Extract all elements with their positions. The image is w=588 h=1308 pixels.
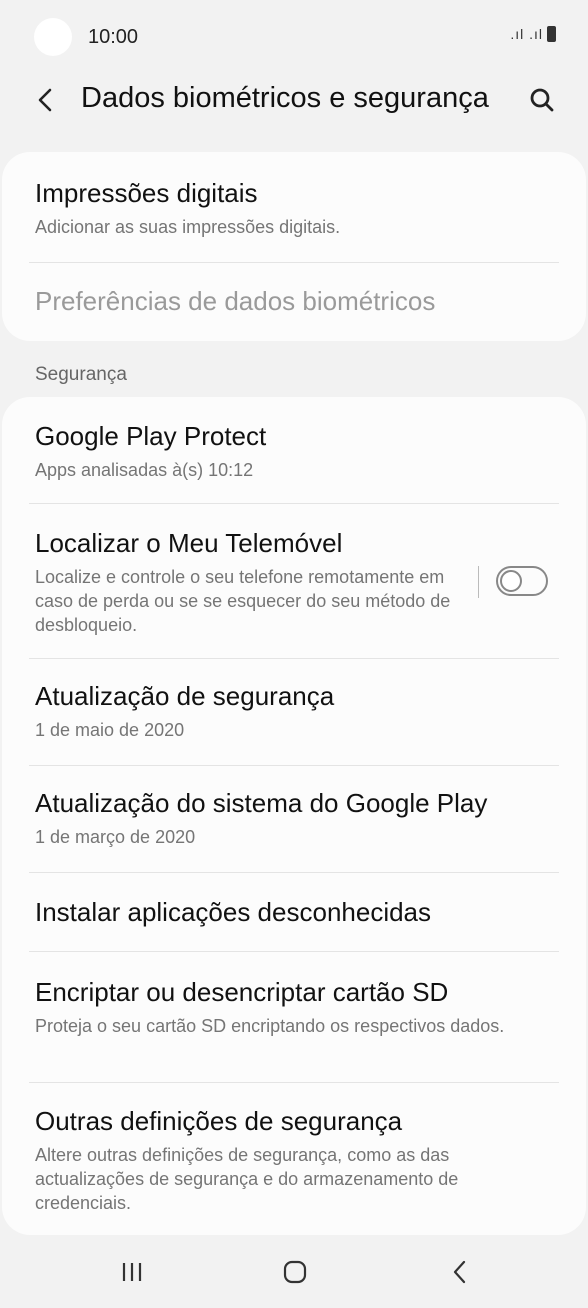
other-security-settings-item[interactable]: Outras definições de segurança Altere ou… — [35, 1106, 553, 1215]
biometric-preferences-item: Preferências de dados biométricos — [35, 286, 553, 317]
search-icon — [530, 88, 554, 112]
divider — [29, 765, 559, 766]
page-title: Dados biométricos e segurança — [81, 82, 489, 114]
nav-back-button[interactable] — [430, 1250, 490, 1294]
google-play-protect-item[interactable]: Google Play Protect Apps analisadas à(s)… — [35, 421, 553, 482]
item-subtitle: Localize e controle o seu telefone remot… — [35, 567, 451, 635]
divider — [29, 658, 559, 659]
divider — [29, 872, 559, 873]
find-my-mobile-item[interactable]: Localizar o Meu Telemóvel Localize e con… — [35, 528, 458, 637]
biometric-preferences-title: Preferências de dados biométricos — [35, 286, 436, 316]
divider — [29, 503, 559, 504]
toggle-separator — [478, 566, 479, 598]
navigation-bar — [0, 1236, 588, 1308]
install-unknown-apps-item[interactable]: Instalar aplicações desconhecidas — [35, 897, 553, 928]
fingerprints-subtitle: Adicionar as suas impressões digitais. — [35, 217, 341, 237]
back-button[interactable] — [28, 78, 64, 122]
item-subtitle: Proteja o seu cartão SD encriptando os r… — [35, 1016, 505, 1036]
item-subtitle: 1 de março de 2020 — [35, 827, 196, 847]
fingerprints-title: Impressões digitais — [35, 178, 258, 208]
section-header-security: Segurança — [35, 364, 127, 385]
home-icon — [283, 1260, 307, 1284]
google-play-system-update-item[interactable]: Atualização do sistema do Google Play 1 … — [35, 788, 553, 849]
divider — [29, 1082, 559, 1083]
biometrics-card: Impressões digitais Adicionar as suas im… — [2, 152, 586, 341]
item-title: Atualização de segurança — [35, 681, 335, 711]
item-title: Instalar aplicações desconhecidas — [35, 897, 432, 927]
search-button[interactable] — [522, 78, 562, 122]
find-my-mobile-toggle[interactable] — [496, 566, 548, 596]
item-title: Encriptar ou desencriptar cartão SD — [35, 977, 449, 1007]
item-subtitle: Apps analisadas à(s) 10:12 — [35, 460, 254, 480]
status-bar: 10:00 .ıl .ıl — [0, 0, 588, 72]
status-icons: .ıl .ıl — [510, 26, 556, 42]
signal-icon: .ıl .ıl — [510, 26, 543, 42]
item-title: Localizar o Meu Telemóvel — [35, 528, 343, 558]
front-camera-cutout — [34, 18, 72, 56]
back-icon — [453, 1260, 466, 1284]
recents-button[interactable] — [102, 1250, 162, 1294]
item-title: Atualização do sistema do Google Play — [35, 788, 488, 818]
security-update-item[interactable]: Atualização de segurança 1 de maio de 20… — [35, 681, 553, 742]
item-subtitle: 1 de maio de 2020 — [35, 720, 185, 740]
security-card: Google Play Protect Apps analisadas à(s)… — [2, 397, 586, 1235]
item-title: Google Play Protect — [35, 421, 267, 451]
encrypt-sd-card-item[interactable]: Encriptar ou desencriptar cartão SD Prot… — [35, 977, 553, 1038]
divider — [29, 951, 559, 952]
chevron-left-icon — [38, 88, 52, 112]
app-bar: Dados biométricos e segurança — [0, 72, 588, 132]
item-title: Outras definições de segurança — [35, 1106, 403, 1136]
home-button[interactable] — [265, 1250, 325, 1294]
recents-icon — [122, 1263, 142, 1281]
battery-icon — [547, 26, 556, 42]
item-subtitle: Altere outras definições de segurança, c… — [35, 1145, 459, 1213]
toggle-knob — [500, 570, 522, 592]
status-time: 10:00 — [88, 26, 139, 48]
fingerprints-item[interactable]: Impressões digitais Adicionar as suas im… — [35, 178, 553, 239]
divider — [29, 262, 559, 263]
